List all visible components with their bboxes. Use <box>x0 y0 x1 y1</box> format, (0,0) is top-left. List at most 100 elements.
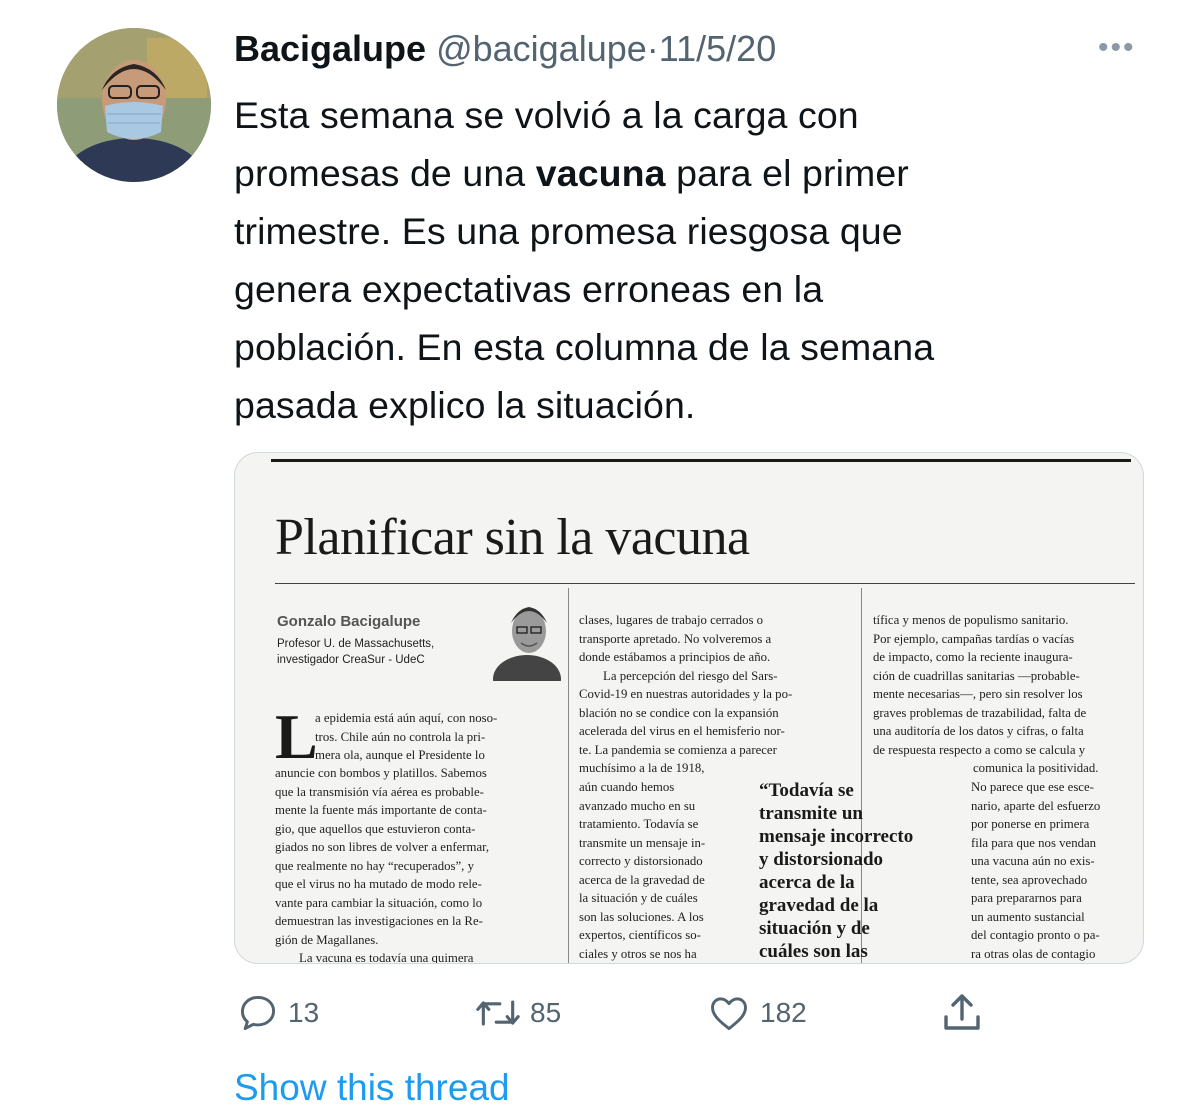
article-column-3: tífica y menos de populismo sanitario. P… <box>873 611 1135 778</box>
retweet-button[interactable]: 85 <box>474 988 561 1038</box>
article-line: acelerada del virus en el hemisferio nor… <box>579 724 785 738</box>
article-line: te. La pandemia se comienza a parecer <box>579 742 777 757</box>
article-line: demuestran las investigaciones en la Re- <box>275 914 483 928</box>
tweet-text-fragment: promesas de una <box>234 152 536 194</box>
article-author: Gonzalo Bacigalupe <box>277 613 421 630</box>
article-line: del contagio pronto o pa- <box>971 928 1100 942</box>
article-line: la situación y de cuáles <box>579 891 698 905</box>
article-column-2-narrow: aún cuando hemos avanzado mucho en su tr… <box>579 778 749 963</box>
show-thread-link[interactable]: Show this thread <box>234 1064 510 1112</box>
article-line: una vacuna aún no exis- <box>971 854 1095 868</box>
article-line: tratamiento. Todavía se <box>579 817 699 831</box>
top-rule <box>271 459 1131 462</box>
pull-quote-line: acerca de la <box>759 872 855 893</box>
tweet-header: Bacigalupe @bacigalupe·11/5/20 <box>234 24 776 74</box>
article-line: de respuesta respecto a como se calcula … <box>873 742 1086 757</box>
article-line: mera ola, aunque el Presidente lo <box>315 748 485 762</box>
pull-quote-line: situación y de <box>759 918 870 939</box>
article-headline: Planificar sin la vacuna <box>275 509 750 566</box>
article-line: gión de Magallanes. <box>275 932 379 947</box>
article-line: mente la fuente más importante de conta- <box>275 803 487 817</box>
tweet-text: Esta semana se volvió a la carga con pro… <box>234 86 1134 434</box>
author-role-line: Profesor U. de Massachusetts, <box>277 638 435 650</box>
article-line: transporte apretado. No volveremos a <box>579 631 772 646</box>
tweet-text-line: población. En esta columna de la semana <box>234 326 935 368</box>
retweet-count: 85 <box>530 997 562 1028</box>
article-line: blación no se condice con la expansión <box>579 705 779 720</box>
tweet-text-line: trimestre. Es una promesa riesgosa que <box>234 210 903 252</box>
tweet-date[interactable]: 11/5/20 <box>659 28 776 69</box>
pull-quote: “Todavía se transmite un mensaje incorre… <box>759 779 913 963</box>
headline-rule <box>275 583 1135 584</box>
author-role-line: investigador CreaSur - UdeC <box>277 654 425 666</box>
share-icon <box>944 994 980 1030</box>
newspaper-clipping: Planificar sin la vacuna Gonzalo Bacigal… <box>235 453 1143 963</box>
article-line: que el virus no ha mutado de modo rele- <box>275 877 482 891</box>
handle[interactable]: @bacigalupe <box>436 28 647 69</box>
tweet-text-line: promesas de una vacuna para el primer <box>234 144 1134 202</box>
tweet-text-highlight: vacuna <box>535 152 666 194</box>
article-author-role: Profesor U. de Massachusetts, investigad… <box>277 636 434 668</box>
article-line: acerca de la gravedad de <box>579 872 705 887</box>
more-options-icon[interactable]: ••• <box>1098 33 1136 63</box>
article-line: anuncie con bombos y platillos. Sabemos <box>275 766 487 780</box>
article-line: expertos, científicos so- <box>579 928 701 942</box>
pull-quote-line: transmite un <box>759 803 863 824</box>
heart-icon <box>711 997 747 1031</box>
article-line: una auditoría de los datos y cifras, o f… <box>873 724 1084 738</box>
retweet-icon <box>476 1000 520 1026</box>
article-line: donde estábamos a principios de año. <box>579 650 771 664</box>
article-line: comunica la positividad. <box>973 761 1099 775</box>
article-line: son las soluciones. A los <box>579 909 704 924</box>
article-line: nario, aparte del esfuerzo <box>971 798 1101 813</box>
article-line: que la transmisión vía aérea es probable… <box>275 784 484 799</box>
separator-dot: · <box>646 28 659 69</box>
article-line: Covid-19 en nuestras autoridades y la po… <box>579 687 793 701</box>
pull-quote-line: “Todavía se <box>759 780 854 801</box>
article-line: giados no son libres de volver a enferma… <box>275 840 490 854</box>
article-line: tros. Chile aún no controla la pri- <box>315 729 486 744</box>
article-line: tífica y menos de populismo sanitario. <box>873 613 1069 627</box>
article-line: La percepción del riesgo del Sars- <box>603 668 778 683</box>
article-line: un aumento sustancial <box>971 909 1085 924</box>
article-line: correcto y distorsionado <box>579 854 703 868</box>
pull-quote-line: cuáles son las <box>759 941 868 962</box>
article-line: ción de cuadrillas sanitarias —probable- <box>873 668 1080 683</box>
article-column-3-narrow: No parece que ese esce- nario, aparte de… <box>971 778 1135 963</box>
attached-image[interactable]: Planificar sin la vacuna Gonzalo Bacigal… <box>234 452 1144 964</box>
article-line: No parece que ese esce- <box>971 780 1094 794</box>
tweet-text-line: pasada explico la situación. <box>234 384 696 426</box>
article-line: gio, que aquellos que estuvieron conta- <box>275 821 476 836</box>
article-line: vante para cambiar la situación, como lo <box>275 895 483 910</box>
article-line: Por ejemplo, campañas tardías o vacías <box>873 631 1075 646</box>
avatar-image <box>57 28 211 182</box>
tweet-text-line: genera expectativas erroneas en la <box>234 268 824 310</box>
article-line: a epidemia está aún aquí, con noso- <box>315 711 498 725</box>
article-line: clases, lugares de trabajo cerrados o <box>579 613 764 627</box>
share-button[interactable] <box>938 988 994 1038</box>
pull-quote-line: mensaje incorrecto <box>759 826 914 847</box>
reply-button[interactable]: 13 <box>236 988 319 1038</box>
article-column-1-intro: a epidemia está aún aquí, con noso- tros… <box>315 709 547 765</box>
pull-quote-line: y distorsionado <box>759 849 884 870</box>
article-column-1: anuncie con bombos y platillos. Sabemos … <box>275 764 547 963</box>
article-line: tente, sea aprovechado <box>971 872 1088 887</box>
drop-cap: L <box>275 701 318 772</box>
avatar[interactable] <box>57 28 211 182</box>
article-line: avanzado mucho en su <box>579 798 696 813</box>
article-line: por ponerse en primera <box>971 817 1090 831</box>
article-line: fila para que nos vendan <box>971 835 1097 850</box>
like-button[interactable]: 182 <box>706 988 807 1038</box>
like-count: 182 <box>760 997 807 1028</box>
article-line: ra otras olas de contagio <box>971 946 1096 961</box>
article-line: que realmente no hay “recuperados”, y <box>275 858 474 873</box>
tweet-text-fragment: para el primer <box>665 152 909 194</box>
article-line: ciales y otros se nos ha <box>579 946 697 961</box>
article-line: graves problemas de trazabilidad, falta … <box>873 705 1087 720</box>
author-photo <box>493 593 561 681</box>
display-name[interactable]: Bacigalupe <box>234 28 426 69</box>
column-divider <box>568 588 569 963</box>
article-line: mente necesarias—, pero sin resolver los <box>873 687 1083 701</box>
article-column-2: clases, lugares de trabajo cerrados o tr… <box>579 611 849 778</box>
tweet-text-line: Esta semana se volvió a la carga con <box>234 94 859 136</box>
